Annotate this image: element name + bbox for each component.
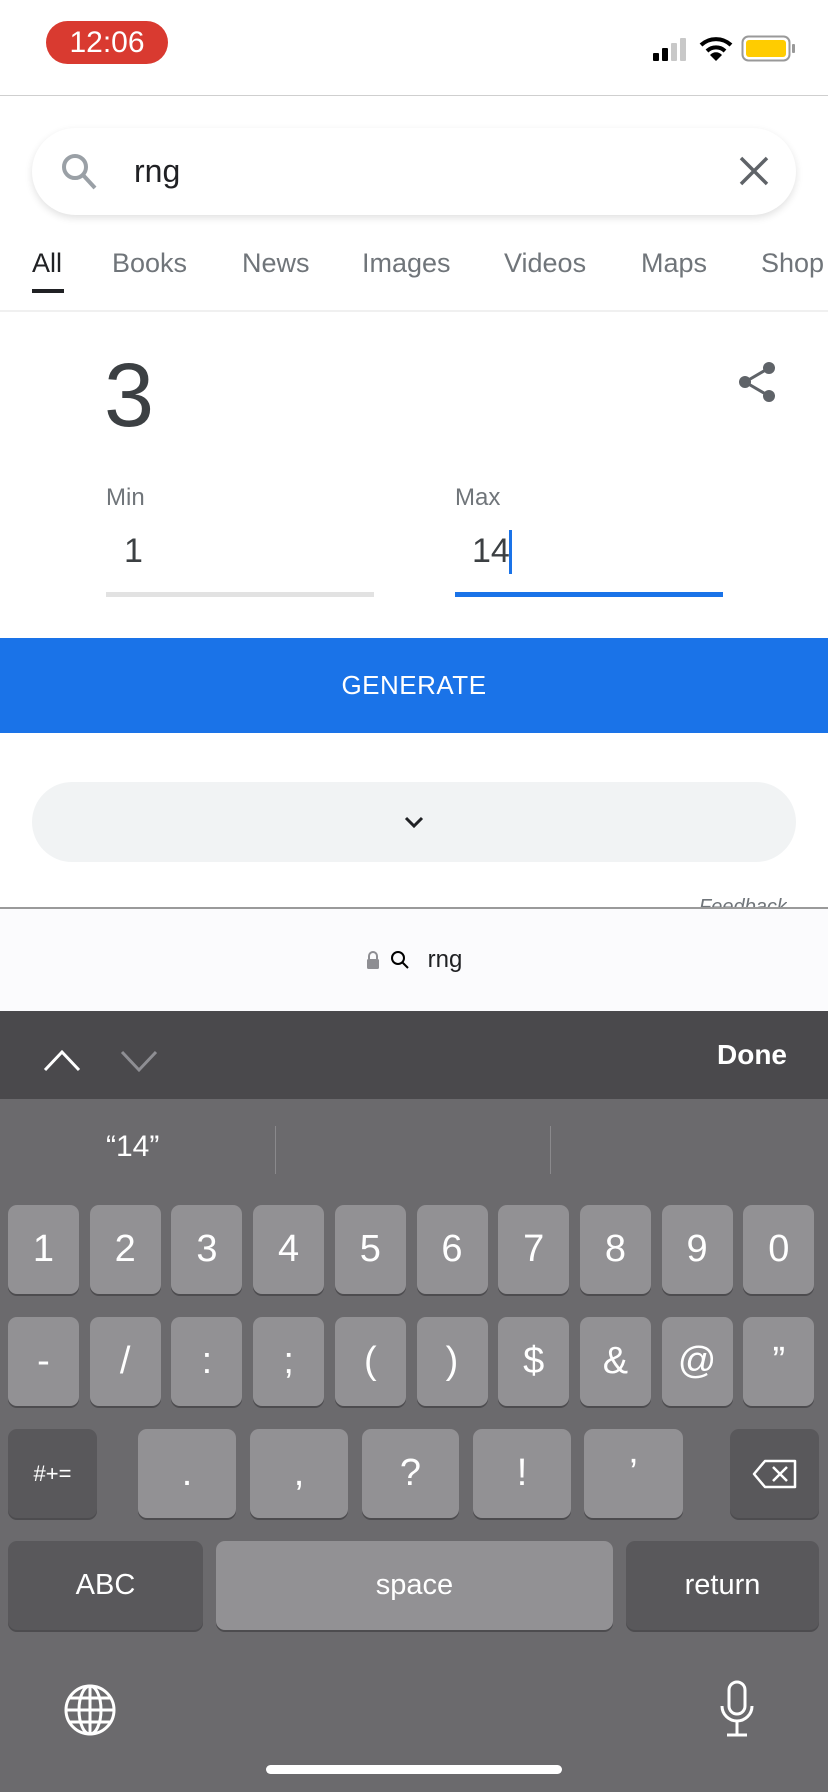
generate-button[interactable]: GENERATE [0,638,828,733]
key[interactable]: 2 [89,1205,161,1294]
divider [275,1126,276,1174]
key[interactable]: 7 [498,1205,570,1294]
key[interactable]: . [138,1429,236,1518]
expand-button[interactable] [32,782,796,862]
max-label: Max [455,484,501,511]
delete-icon [752,1459,796,1488]
tab-news[interactable]: News [242,248,310,279]
key[interactable]: 4 [253,1205,325,1294]
symbols-key[interactable]: #+= [8,1429,97,1518]
return-key[interactable]: return [626,1541,819,1630]
share-icon[interactable] [735,360,779,404]
active-tab-indicator [32,289,64,293]
globe-icon[interactable] [63,1683,117,1737]
key[interactable]: / [89,1317,161,1406]
key[interactable]: 1 [8,1205,79,1294]
random-result: 3 [104,346,155,446]
min-underline [106,592,374,597]
tab-videos[interactable]: Videos [504,248,586,279]
tab-images[interactable]: Images [362,248,451,279]
abc-key[interactable]: ABC [8,1541,203,1630]
search-icon [390,951,409,969]
tab-books[interactable]: Books [112,248,187,279]
key[interactable]: - [8,1317,79,1406]
tab-all[interactable]: All [32,248,62,279]
wifi-icon [699,37,733,61]
key[interactable]: 0 [743,1205,815,1294]
status-time: 12:06 [46,21,168,64]
key[interactable]: $ [498,1317,570,1406]
search-bar[interactable]: rng [32,128,796,215]
previous-field-icon[interactable] [42,1049,82,1073]
search-input[interactable]: rng [134,153,180,190]
key[interactable]: & [579,1317,651,1406]
address-text: rng [427,946,463,973]
min-input[interactable]: 1 [124,532,143,571]
next-field-icon[interactable] [119,1049,159,1073]
space-key[interactable]: space [216,1541,613,1630]
chevron-down-icon [404,816,424,829]
key[interactable]: ) [416,1317,488,1406]
key[interactable]: : [171,1317,243,1406]
key[interactable]: @ [661,1317,733,1406]
key[interactable]: 6 [416,1205,488,1294]
text-cursor [509,530,512,574]
battery-icon [741,35,795,62]
done-button[interactable]: Done [717,1039,787,1071]
key[interactable]: 8 [579,1205,651,1294]
min-label: Min [106,484,145,511]
home-indicator[interactable] [266,1765,562,1774]
key[interactable]: ’ [584,1429,683,1518]
key[interactable]: 9 [661,1205,733,1294]
key[interactable]: 3 [171,1205,243,1294]
delete-key[interactable] [730,1429,819,1518]
tab-maps[interactable]: Maps [641,248,707,279]
address-bar[interactable]: rng [0,909,828,1011]
divider [550,1126,551,1174]
key[interactable]: ( [334,1317,406,1406]
close-icon[interactable] [738,155,770,187]
divider [0,310,828,312]
lock-icon [366,951,379,969]
tab-shopping[interactable]: Shop [761,248,828,279]
divider [0,95,828,96]
suggestion[interactable]: “14” [106,1130,159,1164]
microphone-icon[interactable] [718,1680,756,1740]
key[interactable]: ” [743,1317,815,1406]
search-icon [62,154,97,190]
signal-icon [653,38,686,61]
key[interactable]: ? [362,1429,459,1518]
max-input[interactable]: 14 [472,532,510,571]
key[interactable]: , [250,1429,348,1518]
key[interactable]: ! [473,1429,571,1518]
max-underline [455,592,723,597]
key[interactable]: 5 [334,1205,406,1294]
key[interactable]: ; [253,1317,325,1406]
